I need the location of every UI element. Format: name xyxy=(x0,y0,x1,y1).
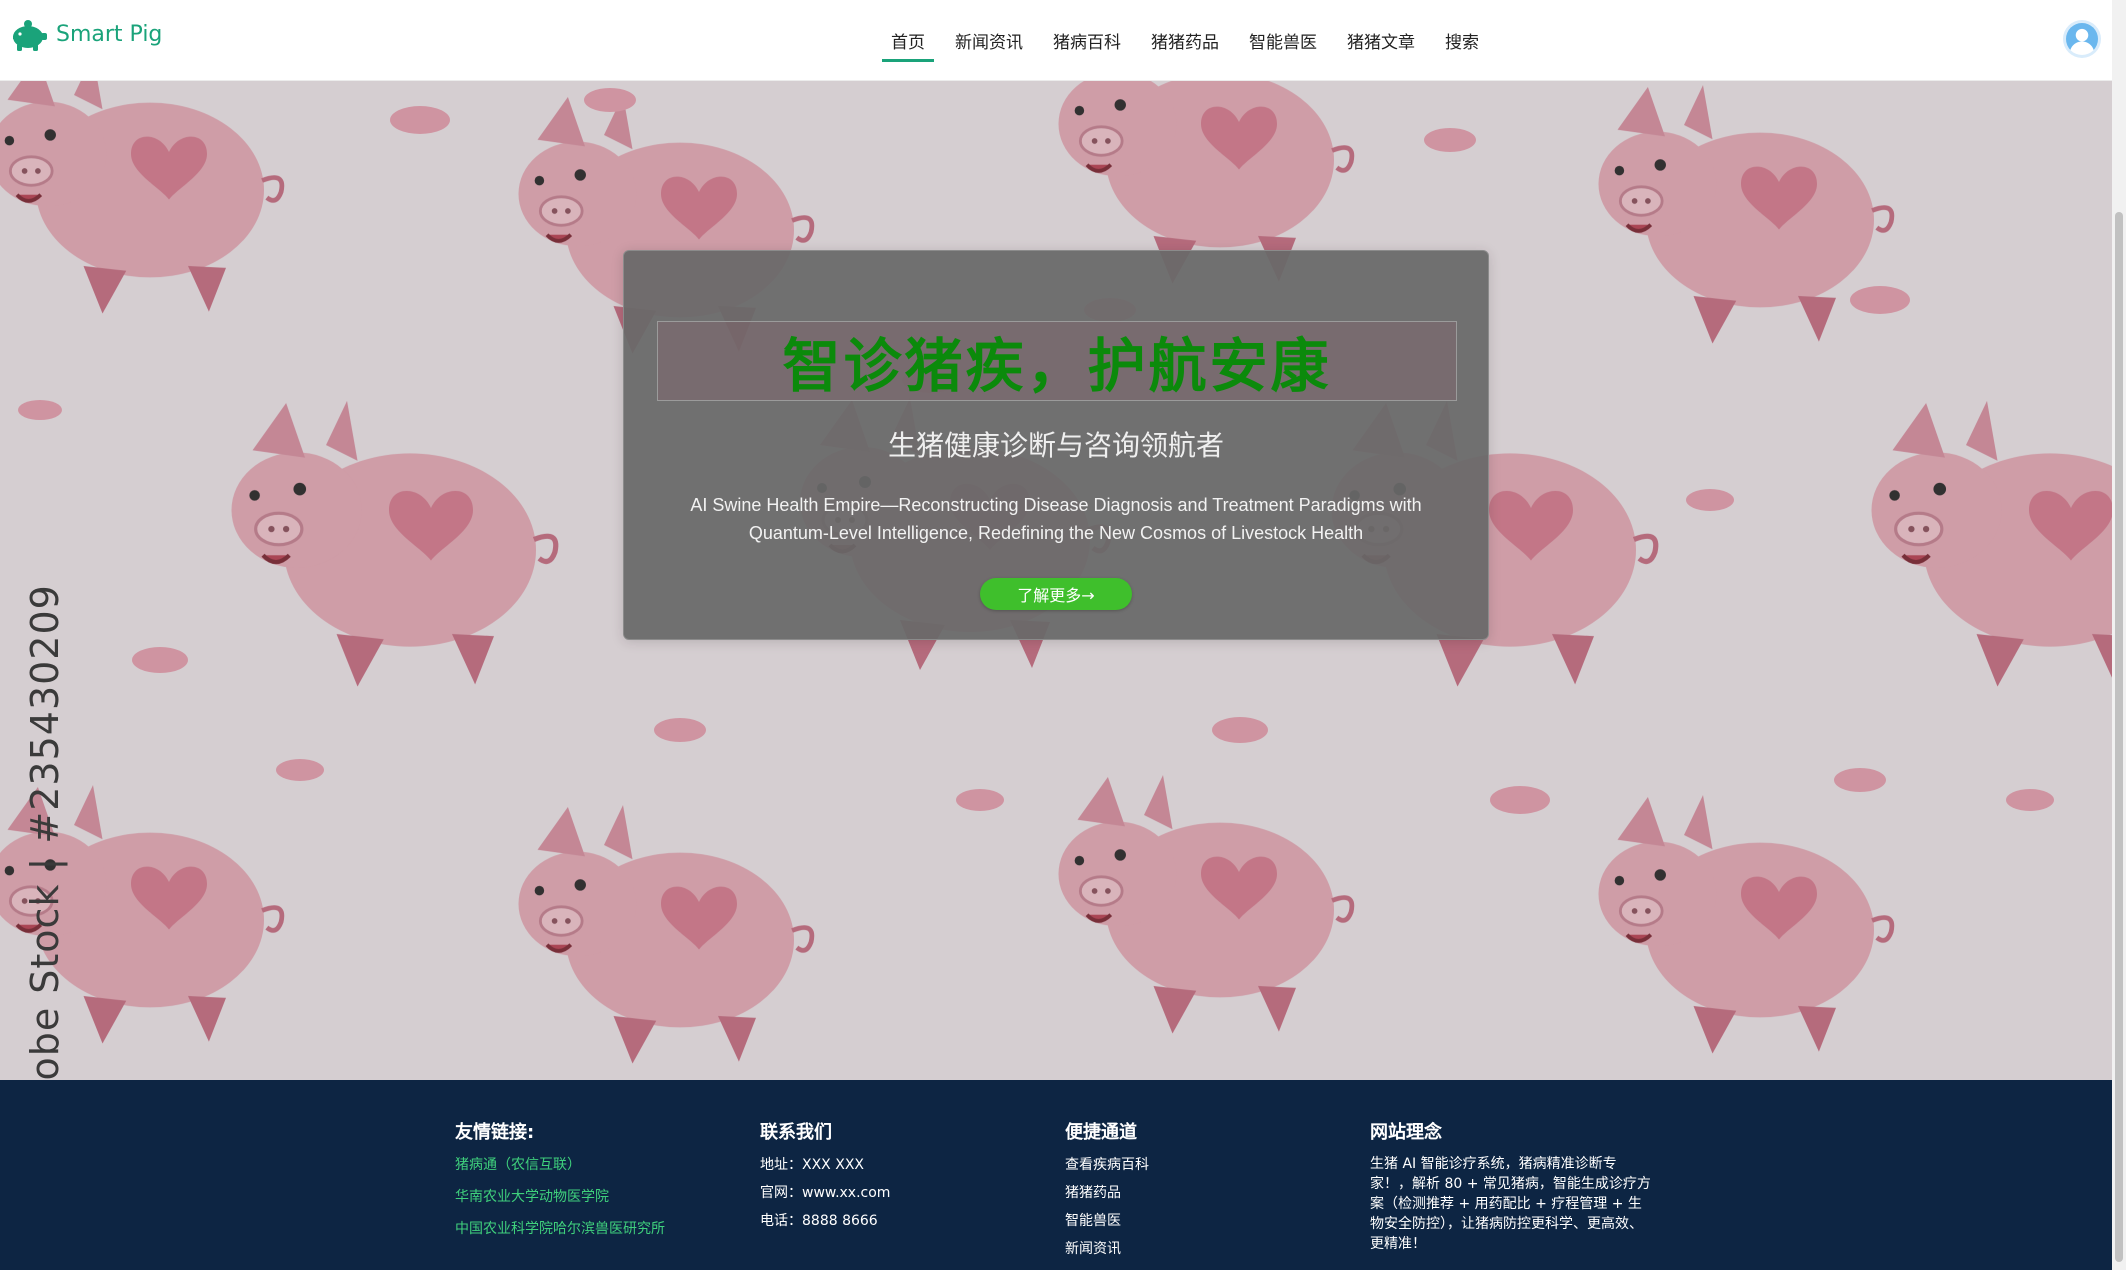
user-avatar-icon[interactable] xyxy=(2066,23,2098,55)
footer-link[interactable]: 华南农业大学动物医学院 xyxy=(455,1186,665,1206)
nav-medicine[interactable]: 猪猪药品 xyxy=(1140,0,1230,80)
footer-quick-link[interactable]: 智能兽医 xyxy=(1065,1210,1149,1230)
stock-watermark: Adobe Stock | #235430209 xyxy=(23,584,67,1080)
hero-description: AI Swine Health Empire—Reconstructing Di… xyxy=(690,495,1422,543)
pig-logo-icon xyxy=(13,20,47,51)
hero-subtitle: 生猪健康诊断与咨询领航者 xyxy=(887,429,1224,462)
top-navbar: Smart Pig 首页 新闻资讯 猪病百科 猪猪药品 智能兽医 猪猪文章 搜索 xyxy=(0,0,2112,81)
main-nav: 首页 新闻资讯 猪病百科 猪猪药品 智能兽医 猪猪文章 搜索 xyxy=(880,0,1490,80)
nav-disease-encyclopedia[interactable]: 猪病百科 xyxy=(1042,0,1132,80)
nav-news[interactable]: 新闻资讯 xyxy=(944,0,1034,80)
footer-address: 地址：XXX XXX xyxy=(760,1157,864,1173)
footer-quick-link[interactable]: 新闻资讯 xyxy=(1065,1238,1149,1258)
footer-phone: 电话：8888 8666 xyxy=(760,1213,878,1229)
footer-quick-link[interactable]: 猪猪药品 xyxy=(1065,1182,1149,1202)
hero-title: 智诊猪疾，护航安康 xyxy=(782,332,1332,400)
hero-card: 智诊猪疾，护航安康 生猪健康诊断与咨询领航者 AI Swine Health E… xyxy=(623,250,1489,640)
nav-articles[interactable]: 猪猪文章 xyxy=(1336,0,1426,80)
logo[interactable]: Smart Pig xyxy=(8,14,162,54)
footer-idea-column: 网站理念 生猪 AI 智能诊疗系统，猪病精准诊断专家！，解析 80 + 常见猪病… xyxy=(1370,1118,1652,1254)
nav-search[interactable]: 搜索 xyxy=(1434,0,1490,80)
footer-links-title: 友情链接: xyxy=(455,1122,535,1143)
footer-idea-text: 生猪 AI 智能诊疗系统，猪病精准诊断专家！，解析 80 + 常见猪病，智能生成… xyxy=(1370,1156,1651,1252)
footer-link[interactable]: 猪病通（农信互联） xyxy=(455,1154,665,1174)
scrollbar-thumb[interactable] xyxy=(2115,212,2123,1262)
footer-contact-title: 联系我们 xyxy=(760,1122,832,1143)
nav-home[interactable]: 首页 xyxy=(880,0,936,80)
nav-smart-vet[interactable]: 智能兽医 xyxy=(1238,0,1328,80)
footer-contact-column: 联系我们 地址：XXX XXX 官网：www.xx.com 电话：8888 86… xyxy=(760,1118,890,1238)
logo-text: Smart Pig xyxy=(56,21,163,47)
footer-quick-link[interactable]: 查看疾病百科 xyxy=(1065,1154,1149,1174)
footer-quick-title: 便捷通道 xyxy=(1065,1122,1137,1143)
footer-website: 官网：www.xx.com xyxy=(760,1185,891,1201)
footer-idea-title: 网站理念 xyxy=(1370,1122,1442,1143)
footer-link[interactable]: 中国农业科学院哈尔滨兽医研究所 xyxy=(455,1218,665,1238)
footer-links-column: 友情链接: 猪病通（农信互联） 华南农业大学动物医学院 中国农业科学院哈尔滨兽医… xyxy=(455,1118,665,1250)
hero-section: Adobe Stock | #235430209 智诊猪疾，护航安康 生猪健康诊… xyxy=(0,80,2112,1080)
footer-quick-column: 便捷通道 查看疾病百科 猪猪药品 智能兽医 新闻资讯 xyxy=(1065,1118,1149,1266)
footer: 友情链接: 猪病通（农信互联） 华南农业大学动物医学院 中国农业科学院哈尔滨兽医… xyxy=(0,1080,2112,1270)
learn-more-button[interactable]: 了解更多→ xyxy=(980,578,1132,610)
hero-title-box: 智诊猪疾，护航安康 xyxy=(657,321,1457,401)
page-scrollbar[interactable] xyxy=(2112,0,2126,1270)
